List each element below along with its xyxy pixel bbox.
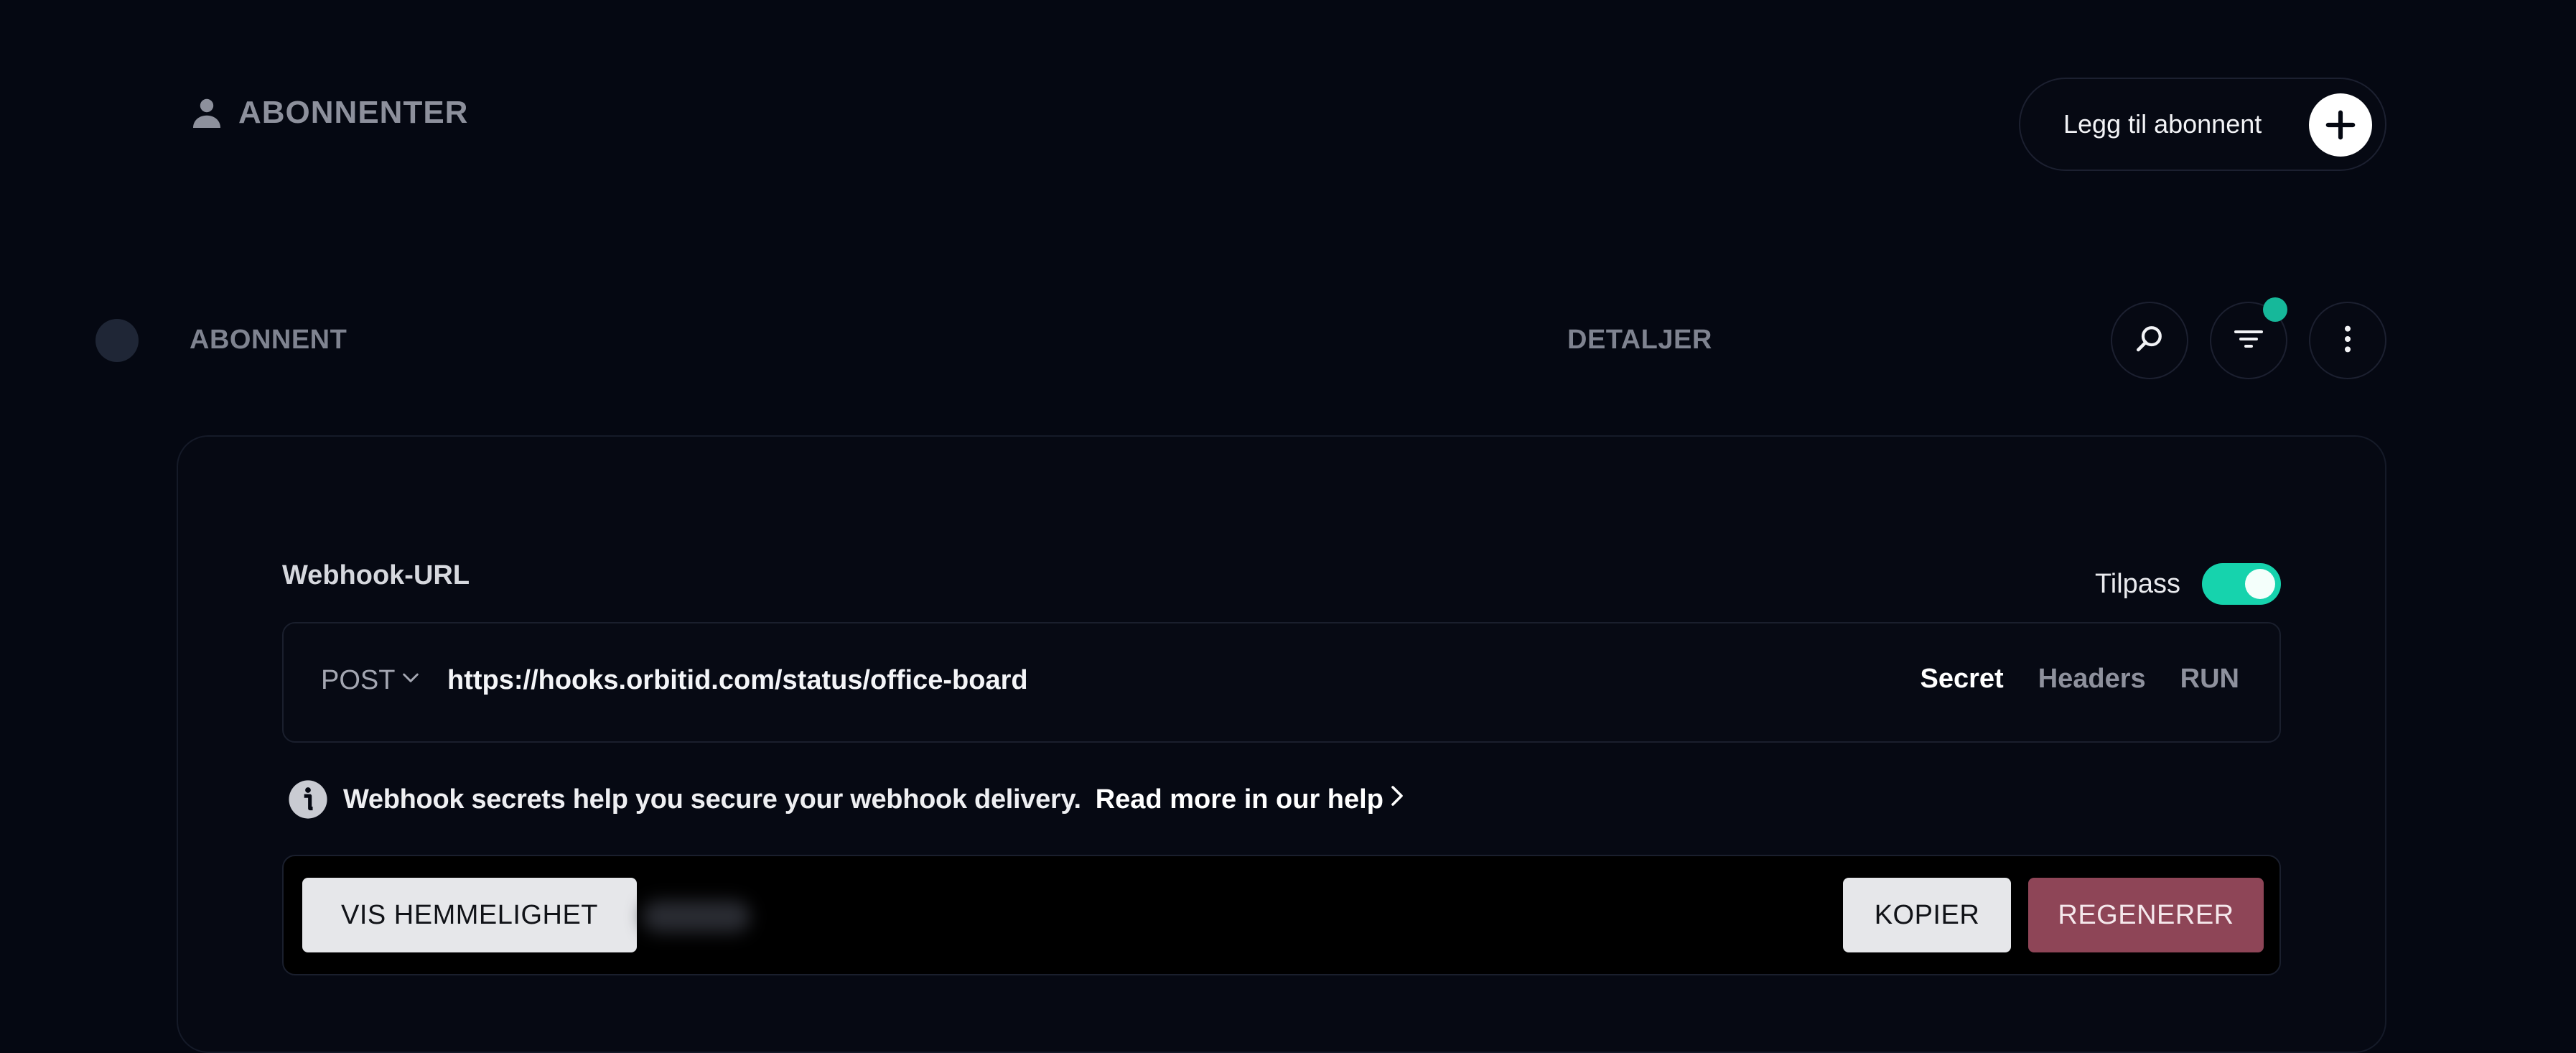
toggle-knob bbox=[2244, 569, 2275, 599]
page-header: ABONNENTER bbox=[190, 95, 468, 131]
tab-headers[interactable]: Headers bbox=[2038, 664, 2146, 695]
more-vertical-icon bbox=[2331, 323, 2364, 359]
tab-run[interactable]: RUN bbox=[2180, 664, 2239, 695]
show-secret-button[interactable]: VIS HEMMELIGHET bbox=[302, 878, 637, 952]
search-icon bbox=[2133, 323, 2166, 359]
page-title: ABONNENTER bbox=[238, 95, 469, 130]
search-button[interactable] bbox=[2111, 302, 2188, 379]
column-header-subscriber[interactable]: ABONNENT bbox=[190, 325, 347, 356]
regenerate-button[interactable]: REGENERER bbox=[2028, 878, 2264, 952]
chevron-down-icon bbox=[399, 665, 422, 696]
customize-toggle[interactable] bbox=[2201, 563, 2281, 605]
help-link[interactable]: Read more in our help bbox=[1096, 783, 1408, 816]
person-icon bbox=[190, 96, 224, 130]
webhook-url-value[interactable]: https://hooks.orbitid.com/status/office-… bbox=[447, 665, 1028, 696]
secret-box: VIS HEMMELIGHET KOPIER REGENERER bbox=[282, 855, 2281, 975]
customize-control: Tilpass bbox=[2095, 563, 2281, 605]
masked-secret bbox=[643, 901, 750, 932]
column-header-details[interactable]: DETALJER bbox=[1567, 325, 1712, 356]
tab-secret[interactable]: Secret bbox=[1920, 664, 2003, 695]
info-text: Webhook secrets help you secure your web… bbox=[343, 784, 1081, 815]
webhook-tabs: Secret Headers RUN bbox=[1920, 664, 2239, 695]
chevron-right-icon bbox=[1386, 783, 1408, 816]
webhook-info: Webhook secrets help you secure your web… bbox=[287, 779, 1408, 820]
info-icon bbox=[287, 779, 329, 820]
select-all-checkbox[interactable] bbox=[95, 319, 139, 362]
filter-active-badge bbox=[2263, 297, 2287, 322]
filter-button[interactable] bbox=[2210, 297, 2287, 379]
method-value: POST bbox=[321, 665, 396, 695]
more-options-button[interactable] bbox=[2309, 302, 2386, 379]
customize-label: Tilpass bbox=[2095, 568, 2180, 599]
copy-button[interactable]: KOPIER bbox=[1843, 878, 2011, 952]
webhook-url-box: POST https://hooks.orbitid.com/status/of… bbox=[282, 622, 2281, 743]
help-link-label: Read more in our help bbox=[1095, 784, 1383, 815]
plus-icon bbox=[2309, 93, 2372, 157]
method-select[interactable]: POST bbox=[321, 665, 422, 696]
filter-icon bbox=[2231, 322, 2266, 360]
webhook-url-label: Webhook-URL bbox=[282, 560, 470, 590]
add-subscriber-label: Legg til abonnent bbox=[2063, 109, 2262, 139]
add-subscriber-button[interactable]: Legg til abonnent bbox=[2019, 78, 2386, 171]
